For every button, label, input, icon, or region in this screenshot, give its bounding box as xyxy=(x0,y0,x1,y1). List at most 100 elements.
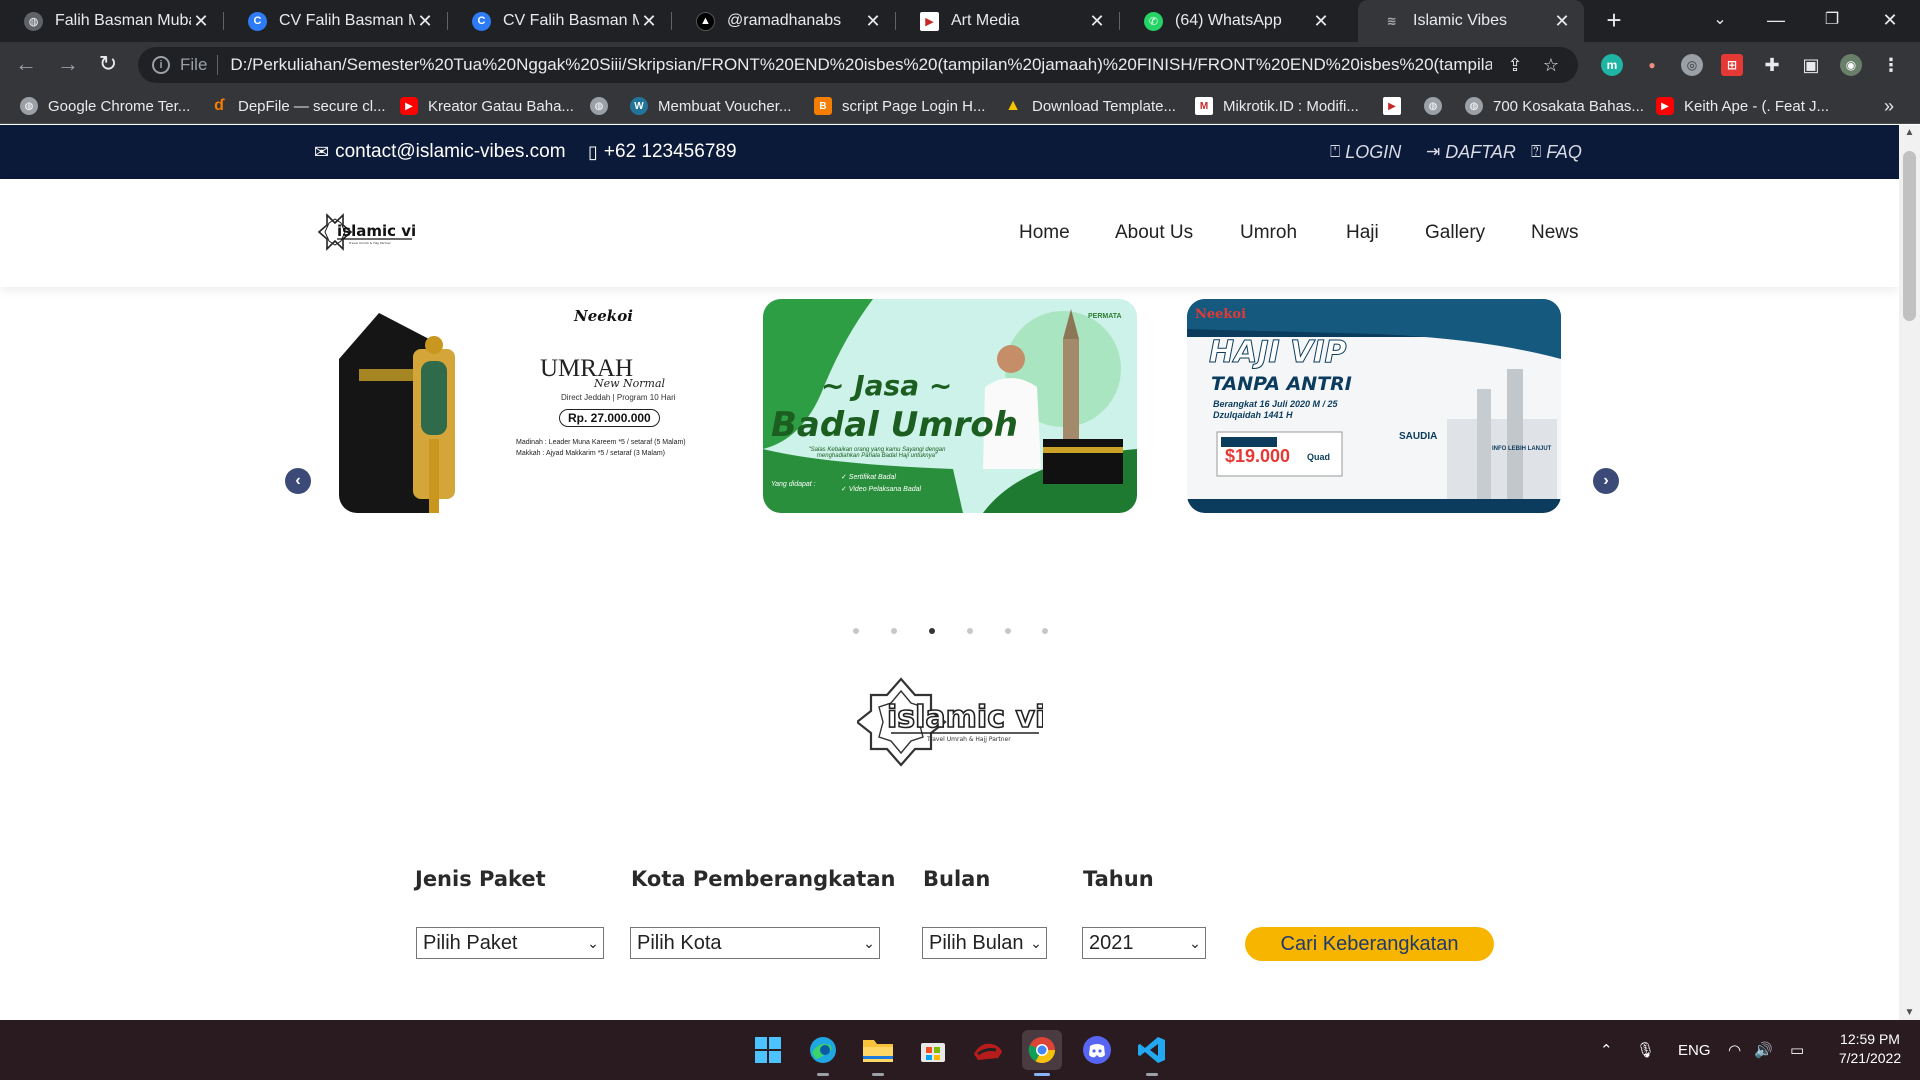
nav-haji[interactable]: Haji xyxy=(1346,179,1379,287)
address-bar[interactable]: i File D:/Perkuliahan/Semester%20Tua%20N… xyxy=(138,47,1578,83)
extension-dropper-icon[interactable]: ● xyxy=(1641,54,1663,76)
battery-icon[interactable]: ▭ xyxy=(1790,1020,1804,1080)
tray-overflow-icon[interactable]: ⌃ xyxy=(1600,1020,1613,1080)
carousel-dot[interactable] xyxy=(891,628,897,634)
url-text[interactable]: D:/Perkuliahan/Semester%20Tua%20Nggak%20… xyxy=(230,55,1492,75)
bookmark-item[interactable]: W Membuat Voucher... xyxy=(630,88,791,124)
carousel-dot[interactable] xyxy=(1042,628,1048,634)
menu-kebab-icon[interactable]: ⋮ xyxy=(1880,54,1902,76)
scroll-up-icon[interactable]: ▲ xyxy=(1899,127,1920,138)
extension-m-icon[interactable]: m xyxy=(1601,54,1623,76)
close-tab-icon[interactable]: ✕ xyxy=(639,11,659,32)
nav-about-us[interactable]: About Us xyxy=(1115,179,1193,287)
bookmark-item[interactable]: ◍ Google Chrome Ter... xyxy=(20,88,190,124)
bookmark-item[interactable]: ▶ xyxy=(1383,88,1411,124)
clock-time: 12:59 PM xyxy=(1840,1031,1900,1047)
carousel-slide-haji-vip[interactable]: Neekoi HAJI VIP TANPA ANTRI Berangkat 16… xyxy=(1187,299,1561,513)
bookmark-item[interactable]: ▲ Download Template... xyxy=(1004,88,1176,124)
haji-slide-brand: Neekoi xyxy=(1195,307,1247,322)
scroll-down-icon[interactable]: ▼ xyxy=(1899,1007,1920,1018)
carousel-prev-button[interactable]: ‹ xyxy=(285,468,311,494)
volume-icon[interactable]: 🔊 xyxy=(1754,1020,1773,1080)
register-link[interactable]: ⇥ DAFTAR xyxy=(1426,125,1516,179)
nav-umroh[interactable]: Umroh xyxy=(1240,179,1297,287)
browser-tab-active[interactable]: ≋ Islamic Vibes ✕ xyxy=(1358,0,1584,42)
faq-link[interactable]: ⍰ FAQ xyxy=(1531,125,1582,179)
search-departure-button[interactable]: Cari Keberangkatan xyxy=(1245,927,1494,961)
browser-tab[interactable]: ◍ Falih Basman Mubarok ✕ xyxy=(0,0,223,42)
globe-icon: ◍ xyxy=(1465,97,1483,115)
scrollbar-thumb[interactable] xyxy=(1903,151,1916,321)
share-icon[interactable]: ⇪ xyxy=(1502,55,1528,76)
browser-tab[interactable]: ✆ (64) WhatsApp ✕ xyxy=(1120,0,1343,42)
bookmark-item[interactable]: M Mikrotik.ID : Modifi... xyxy=(1195,88,1359,124)
more-bookmarks-icon[interactable]: » xyxy=(1884,88,1894,124)
side-panel-icon[interactable]: ▣ xyxy=(1800,54,1822,76)
city-select[interactable]: Pilih Kota ⌄ xyxy=(630,927,880,959)
bookmark-item[interactable]: ◍ xyxy=(1424,88,1452,124)
info-icon[interactable]: i xyxy=(152,56,170,74)
close-window-icon[interactable]: ✕ xyxy=(1862,0,1918,42)
label-city: Kota Pemberangkatan xyxy=(631,867,896,891)
islamic-vibes-logo[interactable]: islamic vibes Travel Umrah & Hajj Partne… xyxy=(315,209,415,255)
carousel-slide-badal-umroh[interactable]: PERMATA ~ Jasa ~ Badal Umroh "Salas Keba… xyxy=(763,299,1137,513)
close-tab-icon[interactable]: ✕ xyxy=(191,11,211,32)
game-icon[interactable] xyxy=(968,1030,1008,1070)
contact-phone[interactable]: ▯ +62 123456789 xyxy=(588,125,737,179)
close-tab-icon[interactable]: ✕ xyxy=(1087,11,1107,32)
system-clock[interactable]: 12:59 PM 7/21/2022 xyxy=(1830,1030,1910,1068)
discord-icon[interactable] xyxy=(1077,1030,1117,1070)
browser-tab[interactable]: ▲ @ramadhanabs ✕ xyxy=(672,0,895,42)
new-tab-icon[interactable]: + xyxy=(1599,6,1629,36)
bookmark-item[interactable]: ◍ xyxy=(590,88,618,124)
page-scrollbar[interactable]: ▲ ▼ xyxy=(1899,125,1920,1020)
vscode-icon[interactable] xyxy=(1132,1030,1172,1076)
input-language[interactable]: ENG xyxy=(1678,1020,1711,1080)
browser-tab[interactable]: C CV Falih Basman Mubarok ✕ xyxy=(224,0,447,42)
bookmark-item[interactable]: ◍ 700 Kosakata Bahas... xyxy=(1465,88,1644,124)
bookmark-item[interactable]: ▶ Kreator Gatau Baha... xyxy=(400,88,574,124)
carousel-dot-active[interactable] xyxy=(929,628,935,634)
year-select[interactable]: 2021 ⌄ xyxy=(1082,927,1206,959)
close-tab-icon[interactable]: ✕ xyxy=(415,11,435,32)
nav-news[interactable]: News xyxy=(1531,179,1579,287)
extensions-puzzle-icon[interactable]: ✚ xyxy=(1761,54,1783,76)
haji-slide-dates: Berangkat 16 Juli 2020 M / 25 Dzulqaidah… xyxy=(1213,399,1338,420)
minimize-icon[interactable]: — xyxy=(1748,0,1804,42)
bookmark-item[interactable]: ɗ DepFile — secure cl... xyxy=(210,88,385,124)
carousel-dot[interactable] xyxy=(1005,628,1011,634)
reload-icon[interactable]: ↻ xyxy=(92,49,124,81)
chrome-icon[interactable] xyxy=(1022,1030,1062,1076)
carousel-slide-umrah[interactable]: Neekoi UMRAH New Normal Direct Jeddah | … xyxy=(339,299,713,513)
wifi-icon[interactable]: ◠ xyxy=(1728,1020,1741,1080)
forward-icon[interactable]: → xyxy=(52,49,84,81)
contact-email[interactable]: ✉ contact@islamic-vibes.com xyxy=(314,125,566,179)
windows-start-icon[interactable] xyxy=(748,1030,788,1070)
close-tab-icon[interactable]: ✕ xyxy=(1311,11,1331,32)
browser-tab[interactable]: ▶ Art Media ✕ xyxy=(896,0,1119,42)
extension-circle-icon[interactable]: ◎ xyxy=(1681,54,1703,76)
file-explorer-icon[interactable] xyxy=(858,1030,898,1076)
month-select[interactable]: Pilih Bulan ⌄ xyxy=(922,927,1047,959)
browser-tab[interactable]: C CV Falih Basman Mubarok ✕ xyxy=(448,0,671,42)
microphone-icon[interactable]: 🎙 xyxy=(1636,1020,1655,1080)
profile-avatar-icon[interactable]: ◉ xyxy=(1840,54,1862,76)
bookmark-item[interactable]: ▶ Keith Ape - (. Feat J... xyxy=(1656,88,1829,124)
close-tab-icon[interactable]: ✕ xyxy=(863,11,883,32)
microsoft-store-icon[interactable] xyxy=(913,1030,953,1070)
close-tab-icon[interactable]: ✕ xyxy=(1552,11,1572,32)
bookmark-star-icon[interactable]: ☆ xyxy=(1538,55,1564,76)
carousel-dot[interactable] xyxy=(967,628,973,634)
login-link[interactable]: ⍞ LOGIN xyxy=(1330,125,1401,179)
tab-search-icon[interactable]: ⌄ xyxy=(1692,0,1748,42)
package-select[interactable]: Pilih Paket ⌄ xyxy=(416,927,604,959)
carousel-next-button[interactable]: › xyxy=(1593,468,1619,494)
nav-home[interactable]: Home xyxy=(1019,179,1070,287)
back-icon[interactable]: ← xyxy=(10,49,42,81)
carousel-dot[interactable] xyxy=(853,628,859,634)
bookmark-item[interactable]: Bscript Page Login H... xyxy=(814,88,985,124)
nav-gallery[interactable]: Gallery xyxy=(1425,179,1485,287)
restore-icon[interactable]: ❐ xyxy=(1804,0,1860,42)
edge-icon[interactable] xyxy=(803,1030,843,1076)
extension-red-icon[interactable]: ⊞ xyxy=(1721,54,1743,76)
